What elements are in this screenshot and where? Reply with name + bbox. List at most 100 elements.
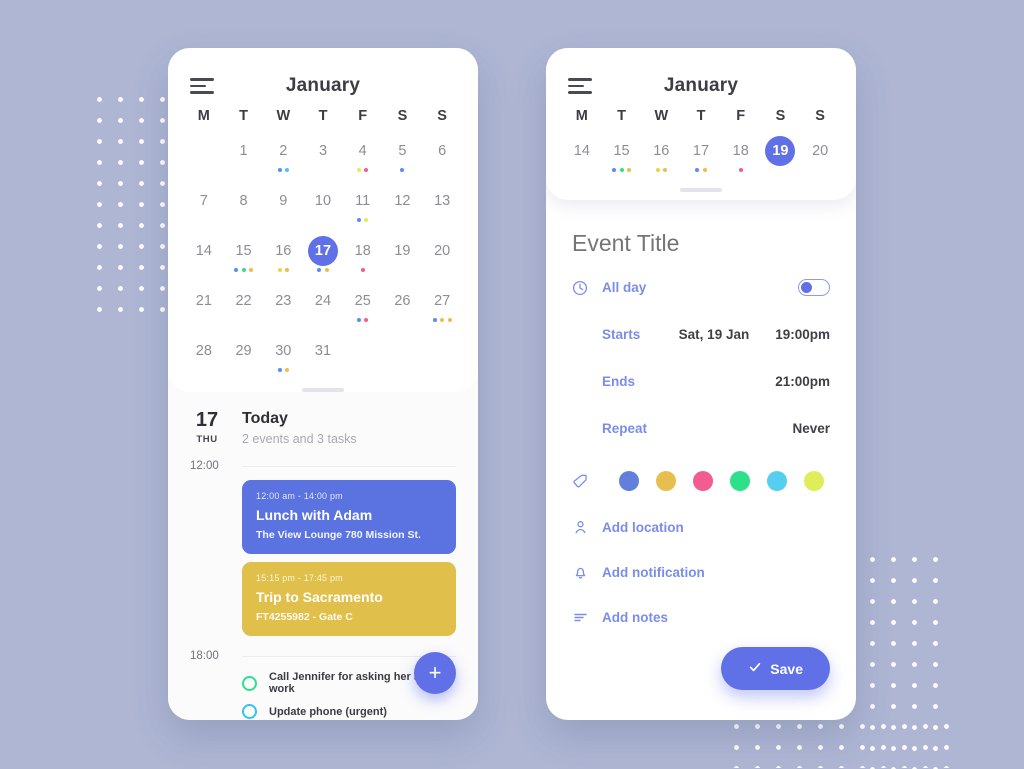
calendar-day[interactable]: 24 <box>303 284 343 328</box>
calendar-day[interactable]: 9 <box>263 184 303 228</box>
drag-handle[interactable] <box>680 188 722 192</box>
calendar-day[interactable]: 17 <box>681 134 721 178</box>
calendar-day-number: 7 <box>199 193 208 209</box>
calendar-day[interactable]: 10 <box>303 184 343 228</box>
task-checkbox-icon[interactable] <box>242 675 257 691</box>
weekday-label-1: T <box>617 108 626 124</box>
task-item[interactable]: Update phone (urgent) <box>242 704 456 719</box>
calendar-day-selected[interactable]: 19 <box>761 134 801 178</box>
calendar-day[interactable]: 29 <box>224 334 264 378</box>
calendar-day[interactable]: 20 <box>800 134 840 178</box>
calendar-day-number: 18 <box>354 243 371 259</box>
event-title-input[interactable] <box>572 230 830 257</box>
event-card[interactable]: 12:00 am - 14:00 pm Lunch with Adam The … <box>242 480 456 554</box>
color-swatch[interactable] <box>656 471 676 491</box>
calendar-day-number: 29 <box>235 343 252 359</box>
calendar-day[interactable]: 15 <box>602 134 642 178</box>
event-location: The View Lounge 780 Mission St. <box>256 529 421 541</box>
calendar-day-number: 27 <box>434 293 451 309</box>
add-event-button[interactable]: + <box>414 652 456 694</box>
notes-icon <box>572 609 602 626</box>
location-icon <box>572 519 602 536</box>
calendar-day[interactable]: 20 <box>422 234 462 278</box>
repeat-row[interactable]: Repeat Never <box>572 412 830 445</box>
event-form: All day Starts Sat, 19 Jan 19:00pm Ends … <box>546 200 856 626</box>
calendar-day[interactable]: 4 <box>343 134 383 178</box>
task-checkbox-icon[interactable] <box>242 704 257 719</box>
calendar-day[interactable]: 1 <box>224 134 264 178</box>
ends-row[interactable]: Ends 21:00pm <box>572 365 830 398</box>
calendar-day-number: 14 <box>195 243 212 259</box>
calendar-day-number: 28 <box>195 343 212 359</box>
all-day-toggle[interactable] <box>798 279 830 296</box>
event-dot <box>249 268 254 272</box>
calendar-day[interactable]: 16 <box>263 234 303 278</box>
event-dot-row <box>277 368 290 373</box>
calendar-day-number: 12 <box>394 193 411 209</box>
event-dot <box>324 268 329 272</box>
calendar-day[interactable]: 2 <box>263 134 303 178</box>
add-notification-label: Add notification <box>602 565 705 580</box>
calendar-day[interactable]: 25 <box>343 284 383 328</box>
calendar-day[interactable]: 15 <box>224 234 264 278</box>
calendar-day-number: 2 <box>279 143 288 159</box>
calendar-day-number: 10 <box>314 193 332 209</box>
event-card[interactable]: 15:15 pm - 17:45 pm Trip to Sacramento F… <box>242 562 456 636</box>
color-swatch[interactable] <box>693 471 713 491</box>
calendar-day[interactable]: 11 <box>343 184 383 228</box>
calendar-day[interactable]: 26 <box>383 284 423 328</box>
calendar-day[interactable]: 21 <box>184 284 224 328</box>
event-dot-row <box>360 268 365 273</box>
calendar-day[interactable]: 5 <box>383 134 423 178</box>
calendar-day[interactable]: 14 <box>562 134 602 178</box>
month-title: January <box>663 75 739 96</box>
calendar-day[interactable]: 3 <box>303 134 343 178</box>
weekday-label-3: T <box>318 108 328 124</box>
calendar-day[interactable]: 7 <box>184 184 224 228</box>
weekday-label-3: T <box>696 108 706 124</box>
starts-date-value[interactable]: Sat, 19 Jan <box>679 327 750 342</box>
calendar-day[interactable]: 28 <box>184 334 224 378</box>
color-swatch[interactable] <box>730 471 750 491</box>
calendar-day[interactable]: 6 <box>422 134 462 178</box>
weekday-label-5: S <box>775 108 786 124</box>
event-title: Lunch with Adam <box>256 507 373 523</box>
calendar-day[interactable]: 14 <box>184 234 224 278</box>
all-day-label: All day <box>602 280 647 295</box>
calendar-day[interactable]: 13 <box>422 184 462 228</box>
event-dot <box>400 168 405 172</box>
calendar-day[interactable]: 18 <box>343 234 383 278</box>
calendar-day[interactable]: 30 <box>263 334 303 378</box>
calendar-day-number: 16 <box>275 243 292 259</box>
drag-handle[interactable] <box>302 388 344 392</box>
month-title: January <box>285 75 361 96</box>
calendar-day[interactable]: 19 <box>383 234 423 278</box>
all-day-row[interactable]: All day <box>572 271 830 304</box>
calendar-day[interactable]: 23 <box>263 284 303 328</box>
starts-time-value[interactable]: 19:00pm <box>775 327 830 342</box>
calendar-day[interactable]: 18 <box>721 134 761 178</box>
color-swatch[interactable] <box>804 471 824 491</box>
add-notification-row[interactable]: Add notification <box>572 564 830 581</box>
add-location-row[interactable]: Add location <box>572 519 830 536</box>
calendar-day[interactable]: 27 <box>422 284 462 328</box>
calendar-day[interactable]: 8 <box>224 184 264 228</box>
event-dot-row <box>317 268 329 273</box>
calendar-day[interactable]: 22 <box>224 284 264 328</box>
calendar-day[interactable]: 31 <box>303 334 343 378</box>
color-swatch[interactable] <box>767 471 787 491</box>
add-notes-row[interactable]: Add notes <box>572 609 830 626</box>
calendar-day-selected[interactable]: 17 <box>303 234 343 278</box>
event-dot <box>317 268 322 272</box>
ends-time-value[interactable]: 21:00pm <box>775 374 830 389</box>
calendar-day[interactable]: 12 <box>383 184 423 228</box>
color-swatch[interactable] <box>619 471 639 491</box>
decorative-dot-pattern-left <box>85 85 173 319</box>
calendar-day-number: 15 <box>235 243 252 259</box>
calendar-day[interactable]: 16 <box>641 134 681 178</box>
starts-row[interactable]: Starts Sat, 19 Jan 19:00pm <box>572 318 830 351</box>
weekday-label-1: T <box>239 108 248 124</box>
save-button[interactable]: Save <box>721 647 830 690</box>
calendar-day-number: 11 <box>355 193 371 209</box>
repeat-value[interactable]: Never <box>792 421 830 436</box>
